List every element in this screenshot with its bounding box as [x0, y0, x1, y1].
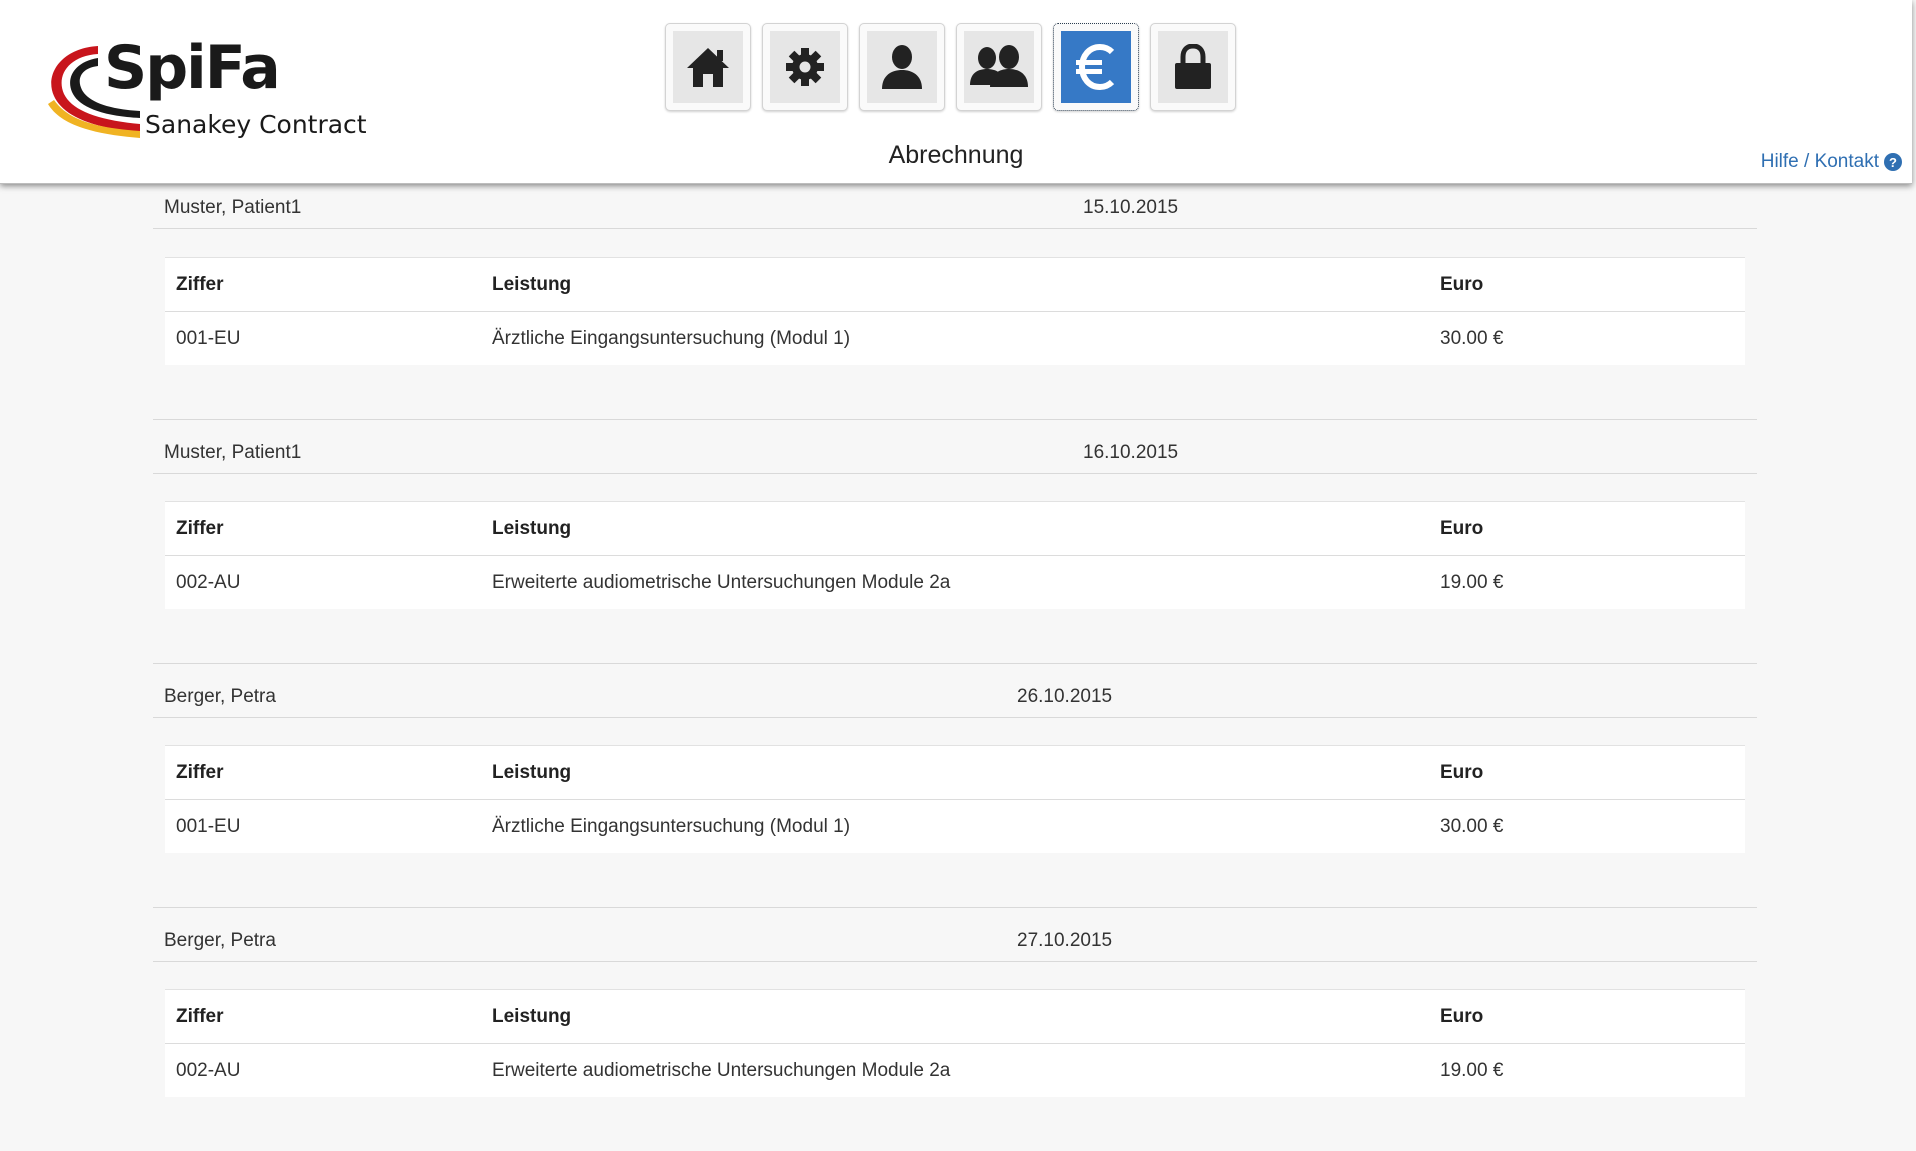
- col-header-ziffer: Ziffer: [176, 273, 224, 295]
- main-nav: [665, 23, 1247, 115]
- nav-home-button[interactable]: [665, 23, 751, 111]
- col-header-euro: Euro: [1440, 1005, 1484, 1027]
- app-header: SpiFa Sanakey Contract Abrechnung Hilfe …: [0, 0, 1912, 184]
- col-header-leistung: Leistung: [492, 1005, 572, 1027]
- page-title: Abrechnung: [888, 141, 1024, 169]
- billing-entry-header: Berger, Petra 26.10.2015: [153, 663, 1757, 718]
- col-header-leistung: Leistung: [492, 273, 572, 295]
- patient-name: Berger, Petra: [164, 686, 276, 707]
- table-row: 001-EU Ärztliche Eingangsuntersuchung (M…: [165, 800, 1745, 853]
- cell-ziffer: 002-AU: [176, 1059, 241, 1081]
- spifa-logo: SpiFa Sanakey Contract: [40, 38, 370, 148]
- billing-entry: Berger, Petra 27.10.2015 Ziffer Leistung…: [153, 907, 1757, 1151]
- table-row: 002-AU Erweiterte audiometrische Untersu…: [165, 556, 1745, 609]
- cell-leistung: Erweiterte audiometrische Untersuchungen…: [492, 571, 951, 593]
- col-header-euro: Euro: [1440, 517, 1484, 539]
- help-contact-label: Hilfe / Kontakt: [1760, 151, 1879, 172]
- entry-date: 26.10.2015: [1017, 686, 1113, 707]
- patient-name: Muster, Patient1: [164, 197, 302, 218]
- nav-settings-button[interactable]: [762, 23, 848, 111]
- col-header-leistung: Leistung: [492, 761, 572, 783]
- table-row: 001-EU Ärztliche Eingangsuntersuchung (M…: [165, 312, 1745, 365]
- nav-logout-button[interactable]: [1150, 23, 1236, 111]
- logo-subtitle: Sanakey Contract: [145, 110, 367, 139]
- col-header-ziffer: Ziffer: [176, 1005, 224, 1027]
- col-header-euro: Euro: [1440, 761, 1484, 783]
- cell-euro: 19.00 €: [1440, 571, 1504, 593]
- billing-table: Ziffer Leistung Euro 001-EU Ärztliche Ei…: [165, 745, 1745, 853]
- billing-table: Ziffer Leistung Euro 001-EU Ärztliche Ei…: [165, 257, 1745, 365]
- billing-table: Ziffer Leistung Euro 002-AU Erweiterte a…: [165, 989, 1745, 1097]
- cell-leistung: Erweiterte audiometrische Untersuchungen…: [492, 1059, 951, 1081]
- euro-icon: [1076, 43, 1115, 91]
- billing-entry: Berger, Petra 26.10.2015 Ziffer Leistung…: [153, 663, 1757, 907]
- billing-table: Ziffer Leistung Euro 002-AU Erweiterte a…: [165, 501, 1745, 609]
- col-header-leistung: Leistung: [492, 517, 572, 539]
- entry-date: 16.10.2015: [1083, 442, 1179, 463]
- help-contact-link[interactable]: Hilfe / Kontakt ?: [1761, 151, 1902, 173]
- nav-patient-button[interactable]: [859, 23, 945, 111]
- lock-icon: [1175, 44, 1211, 89]
- col-header-ziffer: Ziffer: [176, 761, 224, 783]
- table-header-row: Ziffer Leistung Euro: [165, 502, 1745, 556]
- cell-leistung: Ärztliche Eingangsuntersuchung (Modul 1): [492, 327, 851, 349]
- billing-entry-header: Muster, Patient1 16.10.2015: [153, 419, 1757, 474]
- col-header-ziffer: Ziffer: [176, 517, 224, 539]
- table-header-row: Ziffer Leistung Euro: [165, 746, 1745, 800]
- cell-euro: 30.00 €: [1440, 327, 1504, 349]
- billing-entry-header: Berger, Petra 27.10.2015: [153, 907, 1757, 962]
- users-icon: [970, 45, 1028, 87]
- patient-name: Muster, Patient1: [164, 442, 302, 463]
- logo-name: SpiFa: [104, 33, 281, 103]
- cell-ziffer: 001-EU: [176, 815, 241, 837]
- billing-entry: Muster, Patient1 15.10.2015 Ziffer Leist…: [153, 175, 1757, 419]
- cell-ziffer: 001-EU: [176, 327, 241, 349]
- entry-date: 27.10.2015: [1017, 930, 1113, 951]
- table-row: 002-AU Erweiterte audiometrische Untersu…: [165, 1044, 1745, 1097]
- cell-euro: 30.00 €: [1440, 815, 1504, 837]
- billing-list: Muster, Patient1 15.10.2015 Ziffer Leist…: [153, 175, 1757, 1151]
- cell-leistung: Ärztliche Eingangsuntersuchung (Modul 1): [492, 815, 851, 837]
- question-circle-icon: ?: [1884, 153, 1902, 171]
- cell-euro: 19.00 €: [1440, 1059, 1504, 1081]
- table-header-row: Ziffer Leistung Euro: [165, 990, 1745, 1044]
- gear-icon: [786, 48, 824, 86]
- nav-billing-button[interactable]: [1053, 23, 1139, 111]
- entry-date: 15.10.2015: [1083, 197, 1179, 218]
- patient-name: Berger, Petra: [164, 930, 276, 951]
- col-header-euro: Euro: [1440, 273, 1484, 295]
- nav-patients-button[interactable]: [956, 23, 1042, 111]
- table-header-row: Ziffer Leistung Euro: [165, 258, 1745, 312]
- billing-entry: Muster, Patient1 16.10.2015 Ziffer Leist…: [153, 419, 1757, 663]
- home-icon: [687, 48, 729, 87]
- user-icon: [882, 45, 922, 89]
- cell-ziffer: 002-AU: [176, 571, 241, 593]
